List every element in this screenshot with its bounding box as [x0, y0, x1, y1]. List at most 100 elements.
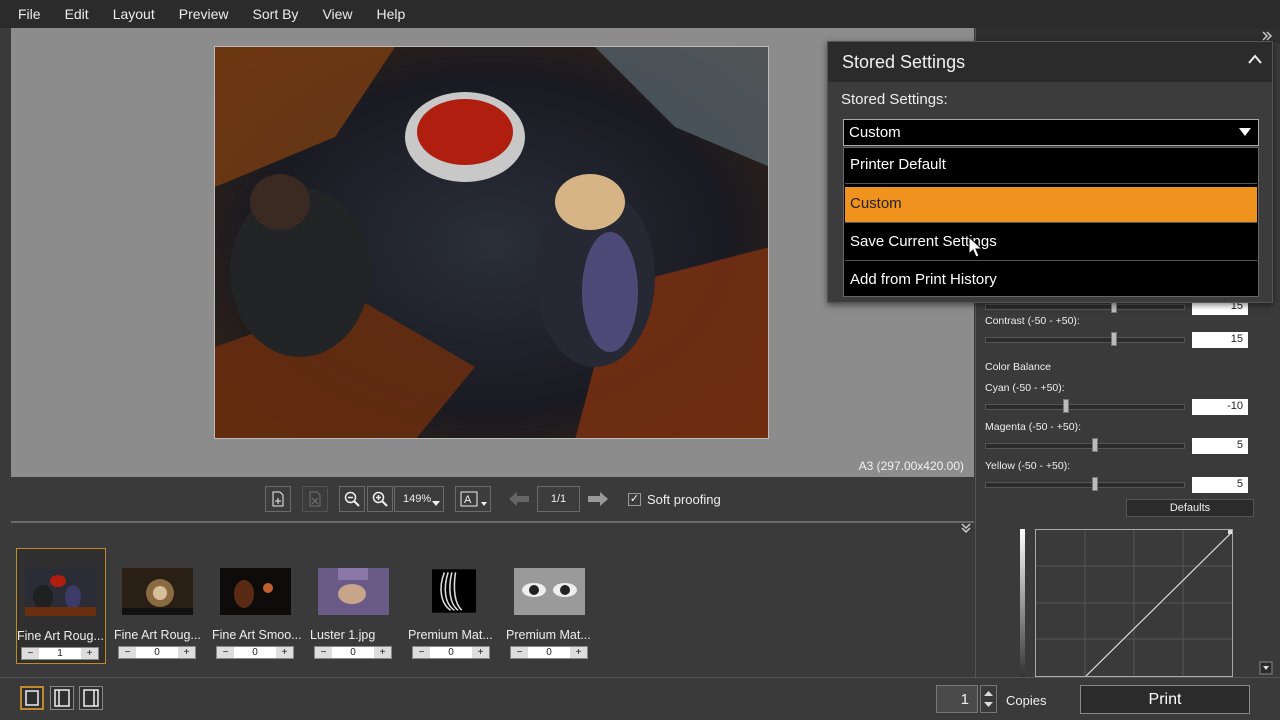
- zoom-value: 149%: [403, 493, 432, 505]
- increment-button[interactable]: +: [276, 647, 293, 658]
- cyan-slider-knob[interactable]: [1062, 399, 1069, 413]
- thumbnail-item[interactable]: Premium Mat... − 0 +: [408, 548, 498, 664]
- increment-button[interactable]: +: [81, 648, 98, 659]
- thumbnail-label: Fine Art Smoo...: [212, 628, 302, 642]
- layout-single-button[interactable]: [20, 686, 44, 710]
- thumbnail-image: [220, 568, 291, 615]
- soft-proofing-checkbox[interactable]: ✓: [628, 493, 641, 506]
- spinner-arrows-icon: [984, 691, 993, 707]
- decrement-button[interactable]: −: [315, 647, 332, 658]
- magenta-slider-track[interactable]: [985, 443, 1185, 449]
- decrement-button[interactable]: −: [22, 648, 39, 659]
- svg-text:A: A: [464, 494, 472, 506]
- copies-count[interactable]: 0: [234, 647, 276, 658]
- yellow-slider-knob[interactable]: [1091, 477, 1098, 491]
- magenta-label: Magenta (-50 - +50):: [985, 421, 1082, 433]
- thumbnail-label: Premium Mat...: [408, 628, 493, 642]
- increment-button[interactable]: +: [472, 647, 489, 658]
- copies-stepper[interactable]: − 0 +: [412, 646, 490, 659]
- thumbnail-item[interactable]: Fine Art Roug... − 0 +: [114, 548, 204, 664]
- option-save-current-settings[interactable]: Save Current Settings: [845, 225, 1257, 261]
- option-printer-default[interactable]: Printer Default: [845, 148, 1257, 184]
- text-layout-button[interactable]: A: [455, 486, 491, 512]
- soft-proofing-label: Soft proofing: [647, 492, 721, 507]
- tone-curve-editor[interactable]: [1035, 529, 1233, 677]
- contrast-value[interactable]: 15: [1192, 332, 1248, 348]
- copies-count[interactable]: 0: [332, 647, 374, 658]
- print-button[interactable]: Print: [1080, 685, 1250, 714]
- contrast-slider-knob[interactable]: [1111, 332, 1118, 346]
- previous-page-button[interactable]: [504, 486, 534, 512]
- cyan-label: Cyan (-50 - +50):: [985, 382, 1065, 394]
- next-page-button[interactable]: [583, 486, 613, 512]
- copies-stepper[interactable]: − 0 +: [314, 646, 392, 659]
- menu-help[interactable]: Help: [365, 6, 418, 22]
- cyan-value[interactable]: -10: [1192, 399, 1248, 415]
- thumbnail-item[interactable]: Fine Art Roug... − 1 +: [16, 548, 106, 664]
- zoom-in-button[interactable]: [367, 486, 393, 512]
- magenta-slider-knob[interactable]: [1091, 438, 1098, 452]
- thumbnail-image: [432, 569, 476, 613]
- copies-stepper[interactable]: − 1 +: [21, 647, 99, 660]
- arrow-right-icon: [588, 492, 608, 506]
- copies-count[interactable]: 0: [528, 647, 570, 658]
- zoom-out-icon: [344, 491, 360, 507]
- zoom-select[interactable]: 149%: [394, 486, 444, 512]
- layout-split-icon: [54, 689, 70, 707]
- thumbnail-item[interactable]: Luster 1.jpg − 0 +: [310, 548, 400, 664]
- decrement-button[interactable]: −: [413, 647, 430, 658]
- stored-settings-header[interactable]: Stored Settings: [828, 42, 1272, 82]
- copies-stepper[interactable]: − 0 +: [216, 646, 294, 659]
- defaults-button[interactable]: Defaults: [1126, 499, 1254, 517]
- increment-button[interactable]: +: [178, 647, 195, 658]
- contrast-label: Contrast (-50 - +50):: [985, 315, 1080, 327]
- copies-stepper[interactable]: − 0 +: [510, 646, 588, 659]
- menu-bar: File Edit Layout Preview Sort By View He…: [0, 0, 1280, 28]
- menu-view[interactable]: View: [310, 6, 364, 22]
- collapse-down-icon[interactable]: [960, 522, 972, 534]
- layout-split-button[interactable]: [50, 686, 74, 710]
- copies-input[interactable]: 1: [936, 685, 978, 713]
- copies-spinner[interactable]: [980, 685, 997, 713]
- menu-layout[interactable]: Layout: [101, 6, 167, 22]
- option-add-from-print-history[interactable]: Add from Print History: [845, 263, 1257, 299]
- increment-button[interactable]: +: [374, 647, 391, 658]
- stored-settings-dropdown[interactable]: Custom: [843, 119, 1259, 146]
- menu-sort-by[interactable]: Sort By: [241, 6, 311, 22]
- menu-file[interactable]: File: [6, 6, 53, 22]
- copies-count[interactable]: 0: [430, 647, 472, 658]
- preview-photo[interactable]: [214, 46, 769, 439]
- yellow-slider-track[interactable]: [985, 482, 1185, 488]
- panel-scroll-down-icon[interactable]: [1259, 648, 1273, 678]
- decrement-button[interactable]: −: [119, 647, 136, 658]
- zoom-out-button[interactable]: [339, 486, 365, 512]
- arrow-left-icon: [509, 492, 529, 506]
- remove-page-button[interactable]: [302, 486, 328, 512]
- cyan-slider-track[interactable]: [985, 404, 1185, 410]
- contrast-slider-row: Contrast (-50 - +50): 15: [985, 315, 1255, 348]
- magenta-value[interactable]: 5: [1192, 438, 1248, 454]
- decrement-button[interactable]: −: [511, 647, 528, 658]
- copies-count[interactable]: 1: [39, 648, 81, 659]
- increment-button[interactable]: +: [570, 647, 587, 658]
- remove-page-icon: [309, 491, 321, 507]
- copies-label: Copies: [1006, 693, 1047, 708]
- add-page-button[interactable]: [265, 486, 291, 512]
- decrement-button[interactable]: −: [217, 647, 234, 658]
- partial-slider-track[interactable]: [985, 304, 1185, 310]
- contrast-slider-track[interactable]: [985, 337, 1185, 343]
- thumbnail-item[interactable]: Premium Mat... − 0 +: [506, 548, 596, 664]
- yellow-value[interactable]: 5: [1192, 477, 1248, 493]
- layout-side-button[interactable]: [79, 686, 103, 710]
- copies-count[interactable]: 0: [136, 647, 178, 658]
- soft-proofing-toggle[interactable]: ✓ Soft proofing: [628, 492, 721, 507]
- thumbnail-item[interactable]: Fine Art Smoo... − 0 +: [212, 548, 302, 664]
- cyan-slider-row: Cyan (-50 - +50): -10: [985, 382, 1255, 415]
- copies-stepper[interactable]: − 0 +: [118, 646, 196, 659]
- option-custom[interactable]: Custom: [845, 187, 1257, 223]
- tone-curve-scale: [1020, 529, 1025, 677]
- chevron-up-icon[interactable]: [1248, 52, 1262, 66]
- page-indicator[interactable]: 1/1: [537, 486, 580, 512]
- menu-edit[interactable]: Edit: [53, 6, 101, 22]
- menu-preview[interactable]: Preview: [167, 6, 241, 22]
